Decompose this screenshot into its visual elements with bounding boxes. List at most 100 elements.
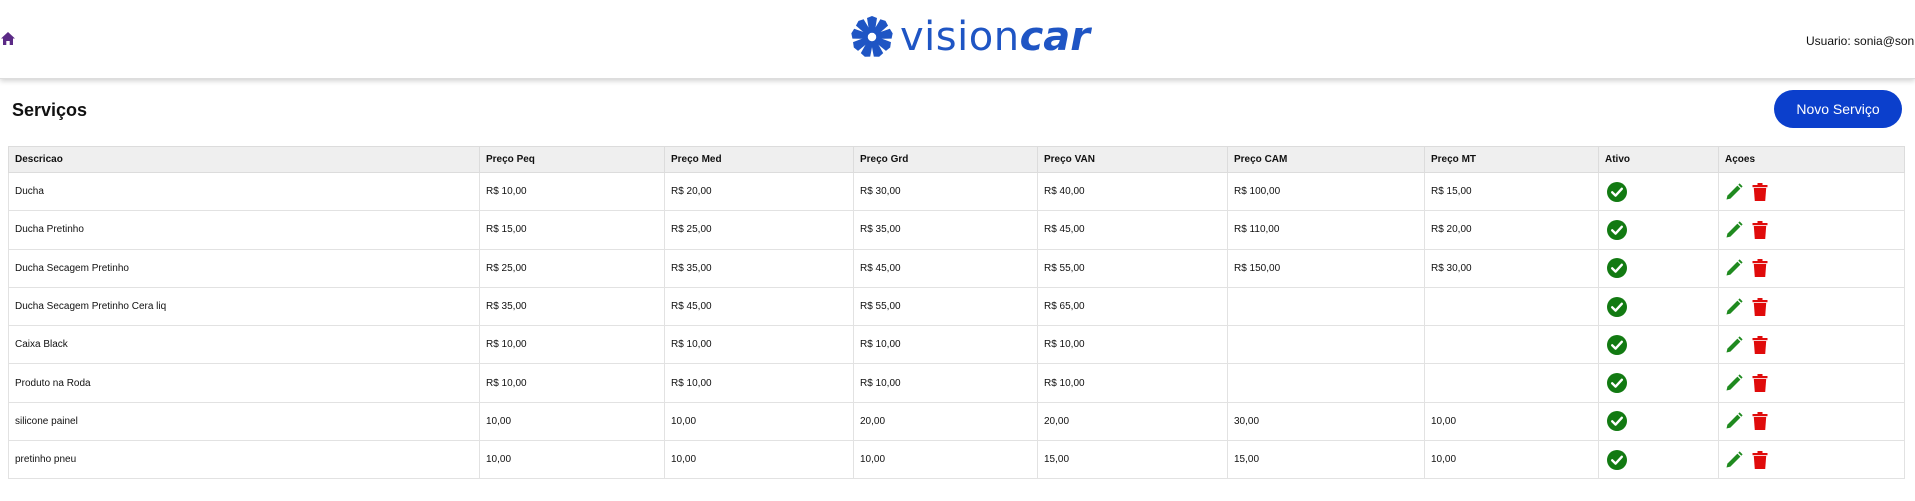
check-circle-icon xyxy=(1607,219,1627,240)
cell-descricao: pretinho pneu xyxy=(8,440,480,480)
edit-button[interactable] xyxy=(1725,336,1743,354)
cell-ativo xyxy=(1598,325,1719,365)
column-header-preco-med: Preço Med xyxy=(664,146,854,173)
delete-button[interactable] xyxy=(1752,450,1770,469)
visioncar-logo: vision car xyxy=(850,14,1090,60)
column-header-preco-cam: Preço CAM xyxy=(1227,146,1425,173)
cell-ativo xyxy=(1598,286,1719,327)
column-header-ativo: Ativo xyxy=(1598,146,1719,173)
cell-preco-mt: R$ 20,00 xyxy=(1424,210,1599,250)
cell-preco-peq: R$ 15,00 xyxy=(479,210,665,250)
cell-preco-peq: R$ 35,00 xyxy=(479,286,665,327)
cell-preco-med: 10,00 xyxy=(664,440,854,480)
pencil-icon xyxy=(1726,297,1743,315)
cell-preco-med: R$ 20,00 xyxy=(664,171,854,212)
check-circle-icon xyxy=(1607,449,1627,470)
cell-ativo xyxy=(1598,248,1719,288)
cell-ativo xyxy=(1598,171,1719,212)
column-header-descricao: Descricao xyxy=(8,146,480,173)
cell-preco-mt xyxy=(1424,286,1599,327)
trash-icon xyxy=(1752,450,1768,469)
logo-word-vision: vision xyxy=(900,14,1020,60)
cell-preco-van: R$ 45,00 xyxy=(1037,210,1228,250)
cell-acoes xyxy=(1718,363,1905,403)
edit-button[interactable] xyxy=(1725,183,1743,201)
cell-descricao: Ducha Pretinho xyxy=(8,210,480,250)
delete-button[interactable] xyxy=(1752,412,1770,431)
new-service-button[interactable]: Novo Serviço xyxy=(1774,90,1902,128)
cell-preco-peq: R$ 25,00 xyxy=(479,248,665,288)
pencil-icon xyxy=(1726,259,1743,276)
edit-button[interactable] xyxy=(1725,259,1743,277)
cell-preco-med: R$ 10,00 xyxy=(664,325,854,365)
page-title: Serviços xyxy=(12,100,88,120)
table-row: Produto na Roda R$ 10,00 R$ 10,00 R$ 10,… xyxy=(8,363,1905,403)
edit-button[interactable] xyxy=(1725,451,1743,469)
check-circle-icon xyxy=(1607,296,1627,317)
cell-preco-med: R$ 45,00 xyxy=(664,286,854,327)
cell-preco-peq: R$ 10,00 xyxy=(479,171,665,212)
pencil-icon xyxy=(1726,374,1743,391)
cell-acoes xyxy=(1718,171,1905,212)
table-row: Ducha Secagem Pretinho R$ 25,00 R$ 35,00… xyxy=(8,248,1905,288)
delete-button[interactable] xyxy=(1752,259,1770,278)
delete-button[interactable] xyxy=(1752,374,1770,393)
cell-preco-cam: 15,00 xyxy=(1227,440,1425,480)
home-icon xyxy=(1,31,15,45)
table-row: pretinho pneu 10,00 10,00 10,00 15,00 15… xyxy=(8,440,1905,480)
cell-preco-cam: 30,00 xyxy=(1227,401,1425,442)
edit-button[interactable] xyxy=(1725,412,1743,430)
cell-preco-cam xyxy=(1227,363,1425,403)
cell-preco-med: R$ 25,00 xyxy=(664,210,854,250)
delete-button[interactable] xyxy=(1752,335,1770,354)
trash-icon xyxy=(1752,335,1768,354)
table-row: Ducha Pretinho R$ 15,00 R$ 25,00 R$ 35,0… xyxy=(8,210,1905,250)
cell-descricao: Ducha xyxy=(8,171,480,212)
cell-preco-grd: 10,00 xyxy=(853,440,1038,480)
cell-descricao: Produto na Roda xyxy=(8,363,480,403)
edit-button[interactable] xyxy=(1725,221,1743,239)
cell-preco-van: R$ 65,00 xyxy=(1037,286,1228,327)
cell-acoes xyxy=(1718,248,1905,288)
cell-preco-grd: R$ 10,00 xyxy=(853,325,1038,365)
delete-button[interactable] xyxy=(1752,182,1770,201)
cell-preco-grd: R$ 10,00 xyxy=(853,363,1038,403)
cell-preco-mt: 10,00 xyxy=(1424,401,1599,442)
cell-ativo xyxy=(1598,440,1719,480)
trash-icon xyxy=(1752,182,1768,201)
cell-acoes xyxy=(1718,401,1905,442)
cell-preco-cam: R$ 150,00 xyxy=(1227,248,1425,288)
cell-preco-grd: R$ 45,00 xyxy=(853,248,1038,288)
logo-mark-icon xyxy=(850,16,894,59)
delete-button[interactable] xyxy=(1752,220,1770,239)
cell-preco-cam: R$ 100,00 xyxy=(1227,171,1425,212)
cell-preco-mt: R$ 30,00 xyxy=(1424,248,1599,288)
table-header-row: Descricao Preço Peq Preço Med Preço Grd … xyxy=(8,146,1905,173)
column-header-preco-peq: Preço Peq xyxy=(479,146,665,173)
column-header-preco-mt: Preço MT xyxy=(1424,146,1599,173)
column-header-preco-van: Preço VAN xyxy=(1037,146,1228,173)
check-circle-icon xyxy=(1607,334,1627,355)
edit-button[interactable] xyxy=(1725,374,1743,392)
services-table: Descricao Preço Peq Preço Med Preço Grd … xyxy=(8,146,1905,480)
top-bar: vision car Usuario: sonia@sonia xyxy=(0,0,1915,79)
cell-preco-med: 10,00 xyxy=(664,401,854,442)
pencil-icon xyxy=(1726,221,1743,238)
cell-acoes xyxy=(1718,286,1905,327)
logo-word-car: car xyxy=(1019,14,1090,60)
check-circle-icon xyxy=(1607,181,1627,202)
cell-preco-mt xyxy=(1424,363,1599,403)
trash-icon xyxy=(1752,374,1768,393)
cell-preco-van: R$ 10,00 xyxy=(1037,325,1228,365)
cell-acoes xyxy=(1718,440,1905,480)
edit-button[interactable] xyxy=(1725,297,1743,316)
cell-descricao: Ducha Secagem Pretinho xyxy=(8,248,480,288)
home-button[interactable] xyxy=(0,30,16,46)
cell-preco-grd: 20,00 xyxy=(853,401,1038,442)
cell-descricao: Ducha Secagem Pretinho Cera liq xyxy=(8,286,480,327)
cell-preco-van: R$ 55,00 xyxy=(1037,248,1228,288)
cell-preco-peq: R$ 10,00 xyxy=(479,363,665,403)
cell-ativo xyxy=(1598,401,1719,442)
trash-icon xyxy=(1752,412,1768,431)
delete-button[interactable] xyxy=(1752,297,1770,316)
